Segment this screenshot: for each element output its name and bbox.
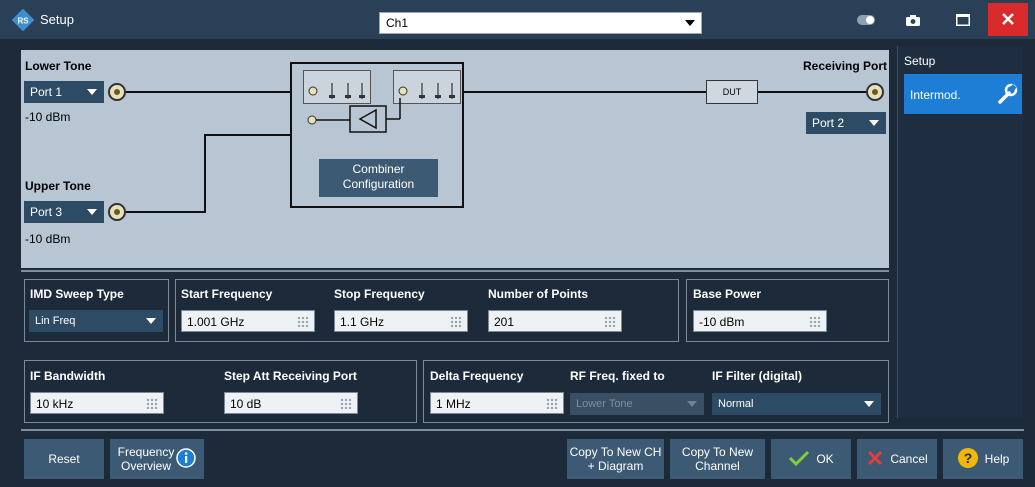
output-line	[462, 91, 706, 93]
keypad-icon[interactable]	[809, 316, 821, 327]
if-bandwidth-label: IF Bandwidth	[30, 369, 106, 383]
help-icon: ?	[957, 447, 979, 472]
toggle-icon[interactable]	[849, 0, 883, 39]
delta-frequency-label: Delta Frequency	[430, 369, 524, 383]
sidebar-title: Setup	[904, 54, 936, 68]
close-icon	[1002, 13, 1014, 25]
start-frequency-field[interactable]: 1.001 GHz	[181, 310, 315, 332]
base-power-value: -10 dBm	[699, 315, 745, 329]
channel-select-value: Ch1	[386, 16, 409, 30]
svg-text:?: ?	[963, 450, 972, 466]
stop-frequency-value: 1.1 GHz	[340, 315, 385, 329]
keypad-icon[interactable]	[450, 316, 462, 327]
app-logo-icon: RS	[11, 8, 35, 32]
imd-sweep-type-value: Lin Freq	[35, 315, 76, 327]
upper-tone-power: -10 dBm	[25, 232, 71, 246]
imd-sweep-type-label: IMD Sweep Type	[30, 287, 124, 301]
imd-sweep-type-select[interactable]: Lin Freq	[29, 310, 163, 332]
upper-tone-label: Upper Tone	[25, 179, 91, 193]
ok-button[interactable]: OK	[771, 439, 851, 479]
dut-box: DUT	[706, 80, 758, 104]
receiving-port-connector-icon	[866, 83, 884, 101]
sidebar-item-intermod[interactable]: Intermod.	[904, 74, 1022, 114]
if-bandwidth-value: 10 kHz	[36, 397, 74, 411]
frequency-overview-label: Frequency Overview	[117, 445, 175, 473]
window-title: Setup	[40, 12, 74, 27]
if-bandwidth-field[interactable]: 10 kHz	[30, 392, 164, 414]
copy-to-new-ch-diagram-button[interactable]: Copy To New CH + Diagram	[567, 439, 664, 479]
cancel-label: Cancel	[890, 452, 928, 466]
keypad-icon[interactable]	[546, 398, 558, 409]
svg-text:RS: RS	[17, 17, 29, 26]
receiving-port-select[interactable]: Port 2	[806, 112, 886, 134]
info-icon	[176, 447, 196, 471]
sidebar-item-label: Intermod.	[910, 88, 961, 102]
help-button[interactable]: ? Help	[943, 439, 1023, 479]
keypad-icon[interactable]	[604, 316, 616, 327]
upper-tone-line-h2	[204, 134, 292, 136]
camera-icon[interactable]	[896, 0, 930, 39]
upper-tone-line	[126, 211, 206, 213]
rf-fixed-label: RF Freq. fixed to	[570, 369, 665, 383]
receive-line	[758, 91, 868, 93]
lower-tone-port-value: Port 1	[30, 85, 63, 99]
checkmark-icon	[788, 449, 810, 470]
stop-frequency-label: Stop Frequency	[334, 287, 425, 301]
base-power-label: Base Power	[693, 287, 762, 301]
stop-frequency-field[interactable]: 1.1 GHz	[334, 310, 468, 332]
step-att-value: 10 dB	[230, 397, 262, 411]
copy-to-new-channel-button[interactable]: Copy To New Channel	[670, 439, 765, 479]
chevron-down-icon	[687, 401, 697, 407]
chevron-down-icon	[869, 120, 879, 126]
reset-button[interactable]: Reset	[24, 439, 104, 479]
keypad-icon[interactable]	[340, 398, 352, 409]
number-of-points-field[interactable]: 201	[488, 310, 622, 332]
lower-tone-label: Lower Tone	[25, 59, 92, 73]
number-of-points-label: Number of Points	[488, 287, 589, 301]
footer-separator	[21, 429, 1024, 431]
chevron-down-icon	[685, 20, 695, 26]
upper-tone-line-v	[204, 134, 206, 213]
separator	[21, 270, 889, 272]
upper-tone-port-select[interactable]: Port 3	[24, 201, 104, 223]
channel-select[interactable]: Ch1	[379, 12, 702, 34]
rf-fixed-select: Lower Tone	[570, 393, 704, 415]
if-filter-select[interactable]: Normal	[712, 393, 881, 415]
step-att-label: Step Att Receiving Port	[224, 369, 357, 383]
base-power-field[interactable]: -10 dBm	[693, 310, 827, 332]
chevron-down-icon	[87, 89, 97, 95]
delta-frequency-field[interactable]: 1 MHz	[430, 392, 564, 414]
if-filter-value: Normal	[718, 398, 754, 410]
combiner-wiring	[300, 96, 420, 136]
cancel-x-icon	[866, 449, 884, 470]
start-frequency-label: Start Frequency	[181, 287, 273, 301]
keypad-icon[interactable]	[146, 398, 158, 409]
frequency-overview-button[interactable]: Frequency Overview	[110, 439, 204, 479]
chevron-down-icon	[87, 209, 97, 215]
lower-tone-port-select[interactable]: Port 1	[24, 81, 104, 103]
delta-frequency-value: 1 MHz	[436, 397, 471, 411]
upper-tone-connector-icon	[108, 203, 126, 221]
ok-label: OK	[816, 452, 834, 466]
number-of-points-value: 201	[494, 315, 515, 329]
help-label: Help	[984, 452, 1010, 466]
cancel-button[interactable]: Cancel	[857, 439, 937, 479]
chevron-down-icon	[864, 401, 874, 407]
step-att-field[interactable]: 10 dB	[224, 392, 358, 414]
combiner-configuration-button[interactable]: Combiner Configuration	[319, 159, 438, 197]
chevron-down-icon	[146, 318, 156, 324]
receiving-port-value: Port 2	[812, 116, 845, 130]
if-filter-label: IF Filter (digital)	[712, 369, 802, 383]
lower-tone-line	[126, 91, 292, 93]
receiving-port-label: Receiving Port	[803, 59, 888, 73]
close-button[interactable]	[988, 3, 1028, 36]
lower-tone-power: -10 dBm	[25, 110, 71, 124]
keypad-icon[interactable]	[297, 316, 309, 327]
start-frequency-value: 1.001 GHz	[187, 315, 245, 329]
upper-tone-port-value: Port 3	[30, 205, 63, 219]
rf-fixed-value: Lower Tone	[576, 398, 633, 410]
wrench-icon	[996, 83, 1018, 108]
maximize-icon[interactable]	[946, 0, 980, 39]
lower-tone-connector-icon	[108, 83, 126, 101]
